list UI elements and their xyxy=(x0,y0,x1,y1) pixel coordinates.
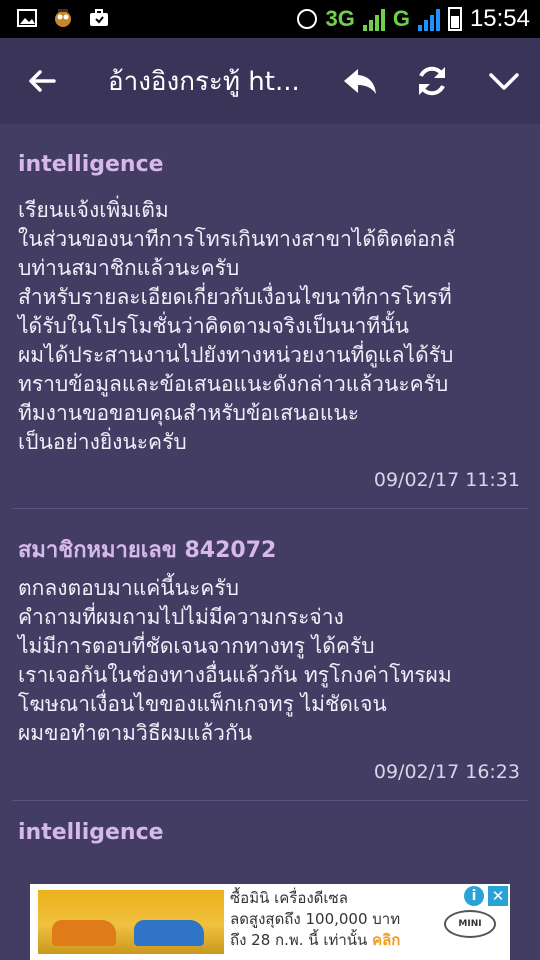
ad-info-icon[interactable]: i xyxy=(464,886,484,906)
refresh-icon xyxy=(419,66,445,96)
refresh-button[interactable] xyxy=(412,61,452,101)
mini-logo-icon: MINI xyxy=(444,910,496,938)
signal-bars-2-icon xyxy=(417,7,440,31)
reply-button[interactable] xyxy=(340,61,380,101)
reply-icon xyxy=(344,69,376,94)
post-body: เรียนแจ้งเพิ่มเติม ในส่วนของนาทีการโทรเก… xyxy=(18,198,456,454)
page-title: อ้างอิงกระทู้ ht... xyxy=(108,67,300,97)
image-icon xyxy=(17,9,37,27)
owl-icon xyxy=(55,9,71,27)
ad-text: ซื้อมินิ เครื่องดีเซล ลดสูงสุดถึง 100,00… xyxy=(230,888,420,951)
ad-line-1: ซื้อมินิ เครื่องดีเซล xyxy=(230,889,348,907)
alarm-icon xyxy=(297,9,318,29)
post-body: ตกลงตอบมาแค่นี้นะครับ คำถามที่ผมถามไปไม่… xyxy=(18,576,452,745)
more-button[interactable] xyxy=(484,61,524,101)
status-bar: 3G G 15:54 xyxy=(0,0,540,38)
chevron-down-icon xyxy=(489,73,519,90)
ad-line-2: ลดสูงสุดถึง 100,000 บาท xyxy=(230,910,401,928)
status-system-icons: 3G G 15:54 xyxy=(297,4,530,34)
car-blue-image xyxy=(134,920,204,946)
car-orange-image xyxy=(52,920,116,946)
post-author[interactable]: สมาชิกหมายเลข 842072 xyxy=(18,532,276,567)
post-timestamp: 09/02/17 11:31 xyxy=(373,469,520,491)
briefcase-icon xyxy=(90,9,108,26)
ad-cta-link[interactable]: คลิก xyxy=(372,931,400,949)
back-button[interactable] xyxy=(22,61,62,101)
divider xyxy=(12,800,528,801)
battery-icon xyxy=(447,7,462,31)
ad-banner[interactable]: ซื้อมินิ เครื่องดีเซล ลดสูงสุดถึง 100,00… xyxy=(30,884,510,960)
post-author[interactable]: intelligence xyxy=(18,152,164,177)
post-author[interactable]: intelligence xyxy=(18,820,164,845)
ad-image xyxy=(38,890,224,954)
network-type-2: G xyxy=(392,6,410,31)
post-timestamp: 09/02/17 16:23 xyxy=(373,761,520,783)
app-bar: อ้างอิงกระทู้ ht... xyxy=(0,38,540,124)
status-time: 15:54 xyxy=(469,5,530,32)
replies-list[interactable]: intelligence เรียนแจ้งเพิ่มเติม ในส่วนขอ… xyxy=(0,124,540,884)
ad-line-3: ถึง 28 ก.พ. นี้ เท่านั้น xyxy=(230,931,368,949)
back-arrow-icon xyxy=(29,70,56,92)
status-notification-icons xyxy=(16,7,110,29)
ad-close-icon[interactable]: ✕ xyxy=(488,886,508,906)
divider xyxy=(12,508,528,509)
network-type: 3G xyxy=(325,6,355,31)
signal-bars-icon xyxy=(362,7,385,31)
